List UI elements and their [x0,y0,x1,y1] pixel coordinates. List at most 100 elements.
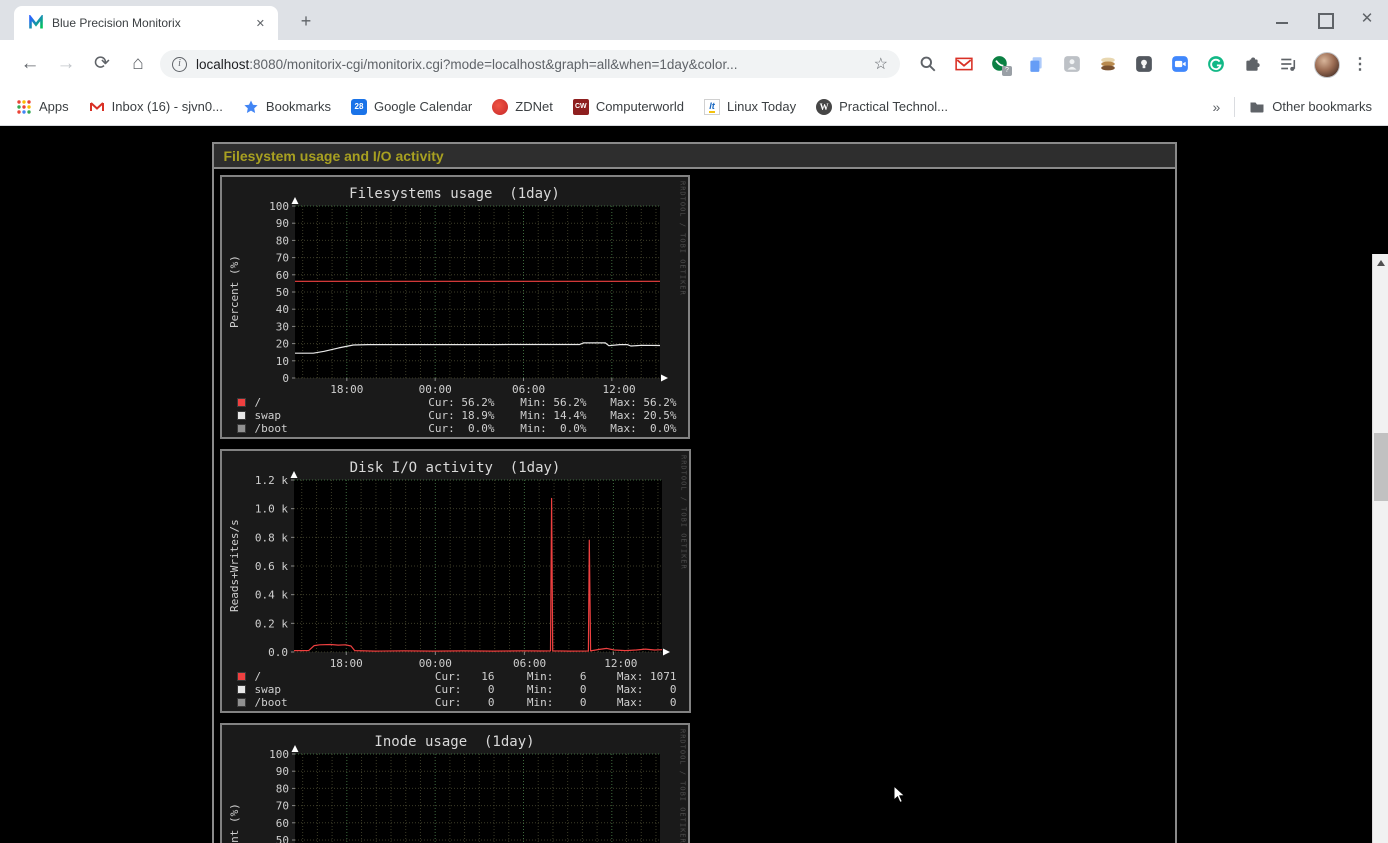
page-content: Filesystem usage and I/O activity 100908… [0,127,1388,843]
section-filesystem: Filesystem usage and I/O activity 100908… [212,142,1177,843]
legend-value: Min: 0.0% [509,422,587,435]
legend-value: Max: 0.0% [599,422,677,435]
maximize-button[interactable] [1314,8,1336,30]
page-scrollbar[interactable] [1372,254,1388,843]
bookmark-label: Google Calendar [374,99,472,114]
bookmark-icon-text: lt [709,101,715,113]
reload-button[interactable]: ⟳ [88,50,116,78]
graphs-grid-filesystem: 100908070605040302010018:0000:0006:0012:… [214,169,1175,843]
graph-filesystems-usage[interactable]: 100908070605040302010018:0000:0006:0012:… [220,175,690,439]
svg-text:12:00: 12:00 [604,657,637,670]
bookmarks-overflow-icon[interactable]: » [1213,99,1221,115]
legend-value: Max: 20.5% [599,409,677,422]
voice-icon[interactable]: ? [986,50,1014,78]
extensions-row: ?⋮ [914,50,1370,78]
grammarly-icon[interactable] [1202,50,1230,78]
bookmark-item[interactable]: ZDNet [492,99,553,115]
bookmark-item[interactable]: Inbox (16) - sjvn0... [89,99,223,115]
legend-name: swap [255,409,282,422]
svg-text:06:00: 06:00 [512,657,545,670]
calendar-icon: 28 [351,99,367,115]
profile-avatar[interactable] [1314,52,1340,78]
legend-row: /Cur: 16Min: 6Max: 1071 [237,670,675,683]
bookmark-star-icon[interactable]: ☆ [874,54,888,74]
keep-icon[interactable] [1130,50,1158,78]
legend-name: / [255,396,262,409]
reading-list-icon[interactable] [1274,50,1302,78]
legend-value: Cur: 16 [417,670,495,683]
svg-text:70: 70 [275,252,288,265]
svg-text:00:00: 00:00 [418,383,451,396]
legend-swatch [237,424,246,433]
y-axis-label: Reads+Writes/s [228,480,241,652]
legend-name: swap [255,683,282,696]
close-button[interactable]: ✕ [1356,8,1378,30]
legend-value: Cur: 56.2% [417,396,495,409]
legend-row: /bootCur: 0Min: 0Max: 0 [237,696,675,709]
rrdtool-watermark: RRDTOOL / TOBI OETIKER [679,729,687,843]
browser-tab[interactable]: Blue Precision Monitorix ✕ [14,6,278,40]
legend-value: Min: 6 [509,670,587,683]
svg-text:30: 30 [275,320,288,333]
forward-button[interactable]: → [52,50,80,78]
camera-icon[interactable] [1166,50,1194,78]
bookmark-label: Apps [39,99,69,114]
svg-text:18:00: 18:00 [329,657,362,670]
legend-value: Cur: 0.0% [417,422,495,435]
back-button[interactable]: ← [16,50,44,78]
stack-icon[interactable] [1094,50,1122,78]
graph-title: Filesystems usage (1day) [222,186,688,202]
page-info-icon[interactable]: i [172,57,187,72]
address-bar[interactable]: i localhost:8080/monitorix-cgi/monitorix… [160,50,900,78]
cw-icon: CW [573,99,589,115]
home-button[interactable]: ⌂ [124,50,152,78]
tab-title: Blue Precision Monitorix [52,16,251,30]
svg-text:40: 40 [275,303,288,316]
other-bookmarks-label: Other bookmarks [1272,99,1372,114]
badge: ? [1002,66,1012,76]
svg-text:50: 50 [275,286,288,299]
people-icon[interactable] [1058,50,1086,78]
monitorix-page: Filesystem usage and I/O activity 100908… [212,142,1177,843]
bookmark-item[interactable]: Bookmarks [243,99,331,115]
svg-text:10: 10 [275,355,288,368]
bookmark-item[interactable]: WPractical Technol... [816,99,948,115]
graph-inode-usage[interactable]: 100908070605040302010018:0000:0006:0012:… [220,723,690,843]
legend-name: /boot [255,696,288,709]
window-controls: ✕ [1272,8,1378,30]
other-bookmarks-button[interactable]: Other bookmarks [1249,99,1372,115]
rrdtool-watermark: RRDTOOL / TOBI OETIKER [679,181,687,296]
svg-text:0.0: 0.0 [268,646,288,659]
puzzle-icon[interactable] [1238,50,1266,78]
svg-text:1.0 k: 1.0 k [254,503,287,516]
scrollbar-thumb[interactable] [1374,433,1388,501]
browser-menu-icon[interactable]: ⋮ [1350,54,1370,74]
legend-row: swapCur: 18.9%Min: 14.4%Max: 20.5% [237,409,674,422]
svg-text:70: 70 [275,800,288,813]
legend-value: Max: 56.2% [599,396,677,409]
svg-text:0.4 k: 0.4 k [254,589,287,602]
search-icon[interactable] [914,50,942,78]
url-host: localhost [196,57,249,72]
copy-icon[interactable] [1022,50,1050,78]
legend-value: Cur: 18.9% [417,409,495,422]
rrdtool-watermark: RRDTOOL / TOBI OETIKER [680,455,688,570]
browser-toolbar: ← → ⟳ ⌂ i localhost:8080/monitorix-cgi/m… [0,40,1388,88]
minimize-button[interactable] [1272,8,1294,30]
bookmark-item[interactable]: 28 Google Calendar [351,99,472,115]
y-axis-label: Percent (%) [228,206,241,378]
bookmark-icon-text: CW [575,103,587,110]
folder-icon [1249,99,1265,115]
bookmark-item[interactable]: Apps [16,99,69,115]
bookmarks-bar: Apps Inbox (16) - sjvn0... Bookmarks 28 Goog… [0,88,1388,126]
new-tab-button[interactable]: + [294,10,318,34]
bookmark-item[interactable]: CWComputerworld [573,99,684,115]
bookmark-label: Linux Today [727,99,796,114]
tab-close-icon[interactable]: ✕ [251,15,270,32]
scrollbar-up-icon[interactable] [1377,260,1385,266]
bookmark-item[interactable]: lt Linux Today [704,99,796,115]
graph-disk-io-activity[interactable]: 1.2 k1.0 k0.8 k0.6 k0.4 k0.2 k0.018:0000… [220,449,691,713]
gmail-icon[interactable] [950,50,978,78]
divider [1234,97,1235,117]
url-path: :8080/monitorix-cgi/monitorix.cgi?mode=l… [249,57,737,72]
